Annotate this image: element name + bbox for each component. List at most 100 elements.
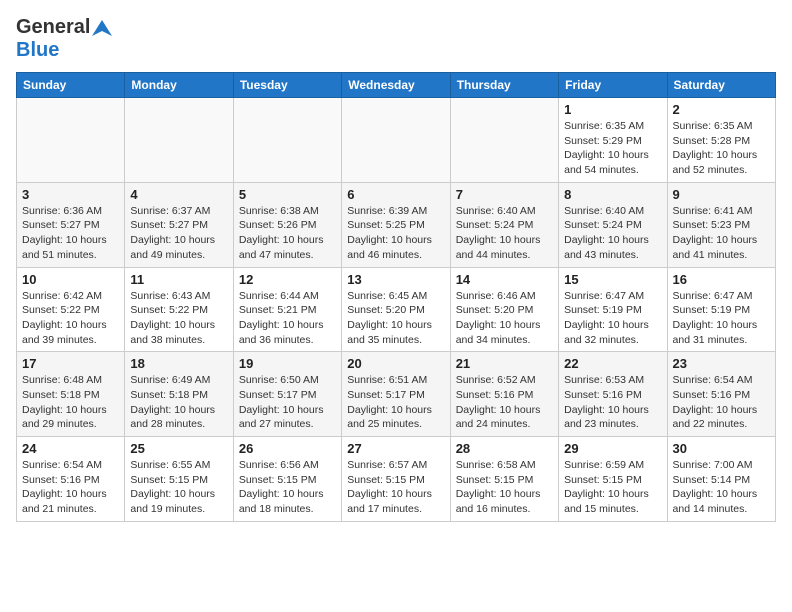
day-info-text: Sunrise: 6:48 AM Sunset: 5:18 PM Dayligh… <box>22 373 119 432</box>
day-number: 2 <box>673 102 770 117</box>
day-header-wednesday: Wednesday <box>342 73 450 98</box>
calendar-table: SundayMondayTuesdayWednesdayThursdayFrid… <box>16 72 776 522</box>
day-info-text: Sunrise: 7:00 AM Sunset: 5:14 PM Dayligh… <box>673 458 770 517</box>
day-number: 8 <box>564 187 661 202</box>
day-info-text: Sunrise: 6:53 AM Sunset: 5:16 PM Dayligh… <box>564 373 661 432</box>
calendar-day-cell <box>233 98 341 183</box>
day-info-text: Sunrise: 6:41 AM Sunset: 5:23 PM Dayligh… <box>673 204 770 263</box>
calendar-day-cell: 25Sunrise: 6:55 AM Sunset: 5:15 PM Dayli… <box>125 437 233 522</box>
calendar-day-cell: 12 Sunrise: 6:44 AM Sunset: 5:21 PM Dayli… <box>233 267 341 352</box>
calendar-day-cell: 21 Sunrise: 6:52 AM Sunset: 5:16 PM Dayli… <box>450 352 558 437</box>
day-info-text: Sunrise: 6:46 AM Sunset: 5:20 PM Dayligh… <box>456 289 553 348</box>
logo-general-text: General <box>16 16 90 39</box>
logo-blue-text: Blue <box>16 39 59 61</box>
day-info-text: Sunrise: 6:40 AM Sunset: 5:24 PM Dayligh… <box>456 204 553 263</box>
day-number: 28 <box>456 441 553 456</box>
calendar-day-cell: 7 Sunrise: 6:40 AM Sunset: 5:24 PM Daylig… <box>450 182 558 267</box>
day-number: 19 <box>239 356 336 371</box>
day-info-text: Sunrise: 6:35 AM Sunset: 5:28 PM Dayligh… <box>673 119 770 178</box>
day-number: 22 <box>564 356 661 371</box>
calendar-day-cell: 27Sunrise: 6:57 AM Sunset: 5:15 PM Dayli… <box>342 437 450 522</box>
day-number: 12 <box>239 272 336 287</box>
day-number: 1 <box>564 102 661 117</box>
calendar-day-cell <box>342 98 450 183</box>
day-number: 17 <box>22 356 119 371</box>
calendar-day-cell: 26Sunrise: 6:56 AM Sunset: 5:15 PM Dayli… <box>233 437 341 522</box>
day-number: 23 <box>673 356 770 371</box>
day-number: 27 <box>347 441 444 456</box>
day-info-text: Sunrise: 6:59 AM Sunset: 5:15 PM Dayligh… <box>564 458 661 517</box>
calendar-header-row: SundayMondayTuesdayWednesdayThursdayFrid… <box>17 73 776 98</box>
calendar-week-row: 24 Sunrise: 6:54 AM Sunset: 5:16 PM Dayli… <box>17 437 776 522</box>
day-header-friday: Friday <box>559 73 667 98</box>
day-number: 18 <box>130 356 227 371</box>
day-header-saturday: Saturday <box>667 73 775 98</box>
day-info-text: Sunrise: 6:58 AM Sunset: 5:15 PM Dayligh… <box>456 458 553 517</box>
calendar-day-cell: 13 Sunrise: 6:45 AM Sunset: 5:20 PM Dayli… <box>342 267 450 352</box>
day-number: 4 <box>130 187 227 202</box>
day-info-text: Sunrise: 6:44 AM Sunset: 5:21 PM Dayligh… <box>239 289 336 348</box>
calendar-week-row: 10 Sunrise: 6:42 AM Sunset: 5:22 PM Dayli… <box>17 267 776 352</box>
day-info-text: Sunrise: 6:54 AM Sunset: 5:16 PM Dayligh… <box>22 458 119 517</box>
day-number: 3 <box>22 187 119 202</box>
day-number: 30 <box>673 441 770 456</box>
calendar-day-cell: 17 Sunrise: 6:48 AM Sunset: 5:18 PM Dayli… <box>17 352 125 437</box>
calendar-week-row: 1 Sunrise: 6:35 AM Sunset: 5:29 PM Daylig… <box>17 98 776 183</box>
day-info-text: Sunrise: 6:51 AM Sunset: 5:17 PM Dayligh… <box>347 373 444 432</box>
calendar-day-cell: 29 Sunrise: 6:59 AM Sunset: 5:15 PM Dayli… <box>559 437 667 522</box>
day-header-thursday: Thursday <box>450 73 558 98</box>
day-info-text: Sunrise: 6:37 AM Sunset: 5:27 PM Dayligh… <box>130 204 227 263</box>
day-number: 20 <box>347 356 444 371</box>
calendar-week-row: 3 Sunrise: 6:36 AM Sunset: 5:27 PM Daylig… <box>17 182 776 267</box>
calendar-day-cell: 28 Sunrise: 6:58 AM Sunset: 5:15 PM Dayli… <box>450 437 558 522</box>
calendar-day-cell: 19 Sunrise: 6:50 AM Sunset: 5:17 PM Dayli… <box>233 352 341 437</box>
calendar-day-cell: 24 Sunrise: 6:54 AM Sunset: 5:16 PM Dayli… <box>17 437 125 522</box>
calendar-day-cell: 9 Sunrise: 6:41 AM Sunset: 5:23 PM Daylig… <box>667 182 775 267</box>
day-number: 11 <box>130 272 227 287</box>
calendar-day-cell: 20 Sunrise: 6:51 AM Sunset: 5:17 PM Dayli… <box>342 352 450 437</box>
day-info-text: Sunrise: 6:36 AM Sunset: 5:27 PM Dayligh… <box>22 204 119 263</box>
calendar-day-cell: 15 Sunrise: 6:47 AM Sunset: 5:19 PM Dayli… <box>559 267 667 352</box>
day-number: 24 <box>22 441 119 456</box>
calendar-day-cell: 2 Sunrise: 6:35 AM Sunset: 5:28 PM Daylig… <box>667 98 775 183</box>
calendar-day-cell: 23Sunrise: 6:54 AM Sunset: 5:16 PM Dayli… <box>667 352 775 437</box>
day-info-text: Sunrise: 6:56 AM Sunset: 5:15 PM Dayligh… <box>239 458 336 517</box>
calendar-day-cell: 1 Sunrise: 6:35 AM Sunset: 5:29 PM Daylig… <box>559 98 667 183</box>
day-info-text: Sunrise: 6:50 AM Sunset: 5:17 PM Dayligh… <box>239 373 336 432</box>
day-info-text: Sunrise: 6:45 AM Sunset: 5:20 PM Dayligh… <box>347 289 444 348</box>
day-header-sunday: Sunday <box>17 73 125 98</box>
calendar-day-cell: 16 Sunrise: 6:47 AM Sunset: 5:19 PM Dayli… <box>667 267 775 352</box>
logo: General Blue <box>16 16 112 62</box>
day-info-text: Sunrise: 6:47 AM Sunset: 5:19 PM Dayligh… <box>673 289 770 348</box>
calendar-day-cell: 10 Sunrise: 6:42 AM Sunset: 5:22 PM Dayli… <box>17 267 125 352</box>
calendar-day-cell: 4 Sunrise: 6:37 AM Sunset: 5:27 PM Daylig… <box>125 182 233 267</box>
calendar-day-cell <box>17 98 125 183</box>
calendar-day-cell: 3 Sunrise: 6:36 AM Sunset: 5:27 PM Daylig… <box>17 182 125 267</box>
day-info-text: Sunrise: 6:52 AM Sunset: 5:16 PM Dayligh… <box>456 373 553 432</box>
day-number: 6 <box>347 187 444 202</box>
day-header-monday: Monday <box>125 73 233 98</box>
day-number: 9 <box>673 187 770 202</box>
calendar-day-cell: 5 Sunrise: 6:38 AM Sunset: 5:26 PM Daylig… <box>233 182 341 267</box>
day-header-tuesday: Tuesday <box>233 73 341 98</box>
day-info-text: Sunrise: 6:47 AM Sunset: 5:19 PM Dayligh… <box>564 289 661 348</box>
day-number: 10 <box>22 272 119 287</box>
calendar-day-cell: 18Sunrise: 6:49 AM Sunset: 5:18 PM Dayli… <box>125 352 233 437</box>
day-number: 16 <box>673 272 770 287</box>
day-info-text: Sunrise: 6:55 AM Sunset: 5:15 PM Dayligh… <box>130 458 227 517</box>
day-number: 7 <box>456 187 553 202</box>
calendar-day-cell <box>450 98 558 183</box>
day-number: 15 <box>564 272 661 287</box>
day-info-text: Sunrise: 6:39 AM Sunset: 5:25 PM Dayligh… <box>347 204 444 263</box>
calendar-day-cell: 14 Sunrise: 6:46 AM Sunset: 5:20 PM Dayli… <box>450 267 558 352</box>
day-number: 13 <box>347 272 444 287</box>
day-number: 14 <box>456 272 553 287</box>
day-number: 21 <box>456 356 553 371</box>
logo-bird-icon <box>92 18 112 38</box>
calendar-day-cell: 8Sunrise: 6:40 AM Sunset: 5:24 PM Daylig… <box>559 182 667 267</box>
day-number: 5 <box>239 187 336 202</box>
day-info-text: Sunrise: 6:42 AM Sunset: 5:22 PM Dayligh… <box>22 289 119 348</box>
day-info-text: Sunrise: 6:38 AM Sunset: 5:26 PM Dayligh… <box>239 204 336 263</box>
day-number: 29 <box>564 441 661 456</box>
day-info-text: Sunrise: 6:35 AM Sunset: 5:29 PM Dayligh… <box>564 119 661 178</box>
